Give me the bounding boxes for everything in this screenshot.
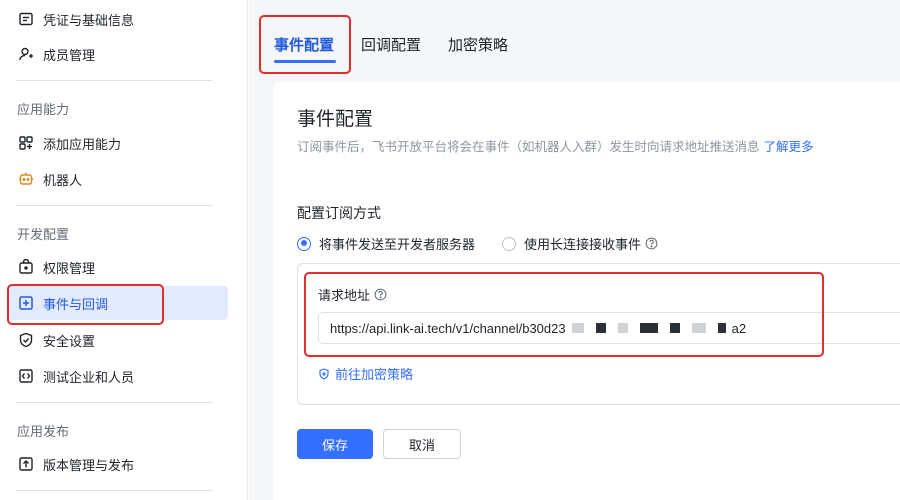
cancel-button[interactable]: 取消 — [383, 429, 461, 459]
sidebar-divider — [16, 80, 212, 81]
group-title-app-abilities: 应用能力 — [17, 103, 70, 118]
redacted-block — [669, 323, 680, 333]
grid-add-icon — [18, 135, 34, 151]
tab-callback-config[interactable]: 回调配置 — [361, 34, 421, 55]
redacted-block — [595, 323, 606, 333]
option-label: 将事件发送至开发者服务器 — [319, 238, 476, 253]
sidebar-item-label: 机器人 — [43, 173, 83, 189]
robot-icon — [18, 171, 34, 187]
sidebar-item-robot[interactable]: 机器人 — [8, 162, 228, 196]
sidebar-item-label: 安全设置 — [43, 334, 96, 350]
help-icon[interactable] — [374, 288, 387, 301]
subscription-method-title: 配置订阅方式 — [297, 206, 381, 222]
radio-unchecked[interactable] — [502, 236, 516, 251]
learn-more-link[interactable]: 了解更多 — [764, 139, 814, 154]
group-title-app-release: 应用发布 — [17, 425, 70, 440]
code-box-icon — [18, 368, 34, 384]
shield-icon — [319, 367, 329, 380]
main-content: 事件配置 回调配置 加密策略 事件配置 订阅事件后，飞书开放平台将会在事件（如机… — [249, 0, 900, 500]
sidebar-item-label: 测试企业和人员 — [43, 370, 135, 386]
active-tab-indicator — [274, 60, 336, 63]
sidebar-item-permissions[interactable]: 权限管理 — [8, 250, 228, 284]
upload-box-icon — [18, 456, 34, 472]
request-url-label-text: 请求地址 — [318, 289, 371, 304]
redacted-block — [571, 323, 584, 333]
group-title-dev-config: 开发配置 — [17, 228, 70, 243]
option-label: 使用长连接接收事件 — [524, 238, 642, 253]
request-url-panel: 请求地址 https://api.link-ai.tech/v1/channel… — [297, 263, 900, 405]
request-url-prefix: https://api.link-ai.tech/v1/channel/b30d… — [330, 320, 566, 336]
shield-icon — [18, 332, 34, 348]
tab-encryption-strategy[interactable]: 加密策略 — [448, 34, 508, 55]
plus-box-icon — [18, 295, 34, 311]
sidebar-item-label: 版本管理与发布 — [43, 458, 135, 474]
sidebar: 凭证与基础信息 成员管理 应用能力 添加应用能力 机器人 开发配置 权限管理 事… — [0, 0, 248, 500]
save-button[interactable]: 保存 — [297, 429, 373, 459]
tab-bar: 事件配置 回调配置 加密策略 — [249, 0, 900, 82]
sidebar-divider — [16, 205, 212, 206]
redacted-block — [691, 323, 706, 333]
event-config-card: 事件配置 订阅事件后，飞书开放平台将会在事件（如机器人入群）发生时向请求地址推送… — [273, 82, 900, 500]
tab-event-config[interactable]: 事件配置 — [274, 34, 334, 55]
request-url-suffix: a2 — [731, 320, 747, 336]
option-long-connection[interactable]: 使用长连接接收事件 — [502, 234, 658, 253]
sidebar-item-label: 添加应用能力 — [43, 137, 122, 153]
request-url-input[interactable]: https://api.link-ai.tech/v1/channel/b30d… — [318, 312, 900, 344]
radio-checked[interactable] — [297, 236, 311, 251]
page-title: 事件配置 — [297, 108, 374, 130]
redacted-block — [717, 323, 726, 333]
request-url-label: 请求地址 — [318, 285, 387, 304]
sidebar-item-security[interactable]: 安全设置 — [8, 323, 228, 357]
sidebar-divider — [16, 402, 212, 403]
sidebar-item-label: 事件与回调 — [43, 297, 109, 313]
sidebar-item-members[interactable]: 成员管理 — [8, 37, 228, 71]
sidebar-item-add-ability[interactable]: 添加应用能力 — [8, 126, 228, 160]
sidebar-item-versions[interactable]: 版本管理与发布 — [8, 447, 228, 481]
redacted-block — [617, 323, 628, 333]
event-config-description: 订阅事件后，飞书开放平台将会在事件（如机器人入群）发生时向请求地址推送消息 了解… — [297, 136, 814, 155]
help-icon[interactable] — [645, 237, 658, 250]
credential-icon — [18, 11, 34, 27]
option-developer-server[interactable]: 将事件发送至开发者服务器 — [297, 234, 475, 253]
lock-box-icon — [18, 259, 34, 275]
sidebar-divider — [16, 490, 212, 491]
sidebar-item-test-enterprise[interactable]: 测试企业和人员 — [8, 359, 228, 393]
go-to-encryption-link[interactable]: 前往加密策略 — [318, 364, 413, 383]
redacted-block — [639, 323, 658, 333]
description-text: 订阅事件后，飞书开放平台将会在事件（如机器人入群）发生时向请求地址推送消息 — [297, 139, 760, 154]
sidebar-item-credentials[interactable]: 凭证与基础信息 — [8, 2, 228, 36]
sidebar-item-events-callbacks[interactable]: 事件与回调 — [8, 286, 228, 320]
sidebar-item-label: 成员管理 — [43, 48, 96, 64]
member-add-icon — [18, 46, 34, 62]
sidebar-item-label: 凭证与基础信息 — [43, 13, 135, 29]
encrypt-link-text: 前往加密策略 — [335, 368, 414, 383]
sidebar-item-label: 权限管理 — [43, 261, 96, 277]
